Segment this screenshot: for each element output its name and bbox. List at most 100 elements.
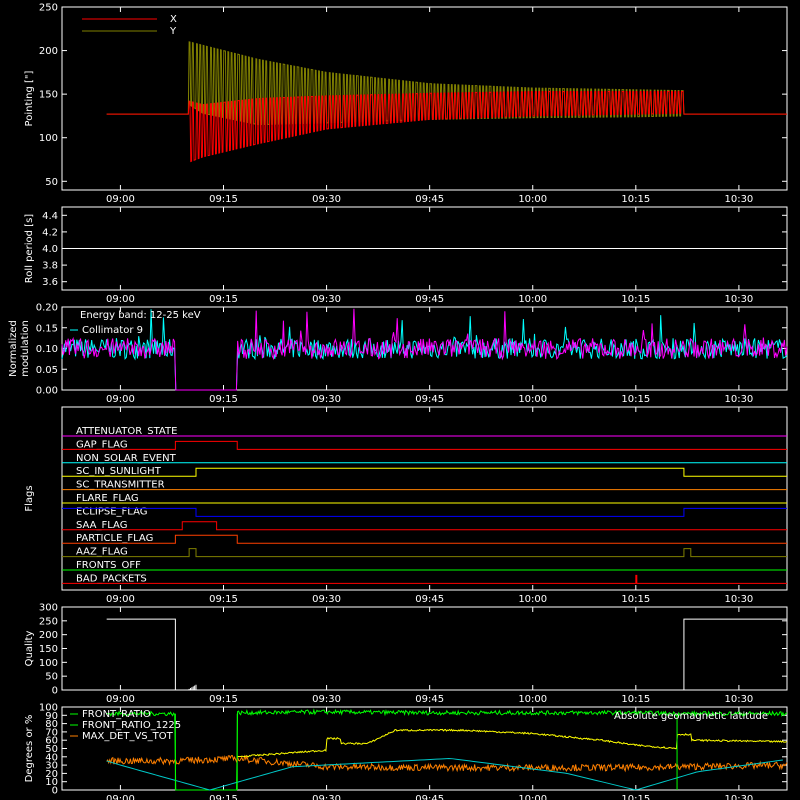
x-tick-label: 09:00 xyxy=(106,194,135,205)
x-tick-label: 10:30 xyxy=(724,194,753,205)
flag-line xyxy=(62,521,787,531)
y-axis-label: modulation xyxy=(20,320,31,377)
flag-line xyxy=(62,467,787,477)
y-tick-label: 3.8 xyxy=(42,261,58,272)
series-x-line xyxy=(106,91,787,163)
x-tick-label: 09:15 xyxy=(209,294,238,305)
y-tick-label: 250 xyxy=(39,3,58,14)
x-tick-label: 09:00 xyxy=(106,694,135,705)
panel-roll: 09:00 09:15 09:30 09:45 10:00 10:15 10:30 3.6 3.… xyxy=(24,206,788,305)
y-tick-label: 200 xyxy=(39,46,58,57)
y-tick-label: 150 xyxy=(39,644,58,655)
y-axis-label: Roll period [s] xyxy=(24,214,35,283)
x-tick-label: 10:30 xyxy=(724,294,753,305)
x-tick-label: 09:00 xyxy=(106,394,135,405)
legend-label: Y xyxy=(169,26,177,37)
flag-label: SAA_FLAG xyxy=(76,520,127,531)
y-tick-label: 4.2 xyxy=(42,227,58,238)
y-tick-label: 0.15 xyxy=(36,323,58,334)
y-axis-label: Degrees or % xyxy=(24,715,35,783)
legend-label: MAX_DET_VS_TOT xyxy=(82,731,174,742)
flag-label: GAP_FLAG xyxy=(76,439,128,450)
y-axis-label: Flags xyxy=(24,485,35,511)
x-tick-label: 10:30 xyxy=(724,794,753,800)
x-tick-label: 09:45 xyxy=(415,294,444,305)
x-tick-label: 10:15 xyxy=(621,294,650,305)
flag-label: NON_SOLAR_EVENT xyxy=(76,453,177,464)
x-tick-label: 09:00 xyxy=(106,594,135,605)
legend-label: FRONT_RATIO xyxy=(82,709,151,720)
flag-label: SC_TRANSMITTER xyxy=(76,480,165,491)
y-tick-label: 0.20 xyxy=(36,303,58,314)
y-tick-label: 50 xyxy=(45,672,58,683)
y-tick-label: 50 xyxy=(45,177,58,188)
y-axis-label: Pointing ["] xyxy=(24,70,35,126)
flag-line xyxy=(62,534,787,544)
panel-flags: 09:00 09:15 09:30 09:45 10:00 10:15 10:30 Flags… xyxy=(24,406,788,605)
flag-label: FRONTS_OFF xyxy=(76,560,141,571)
x-tick-label: 09:30 xyxy=(312,694,341,705)
geomag-latitude-label: Absolute geomagnetic latitude xyxy=(614,711,768,722)
x-tick-label: 10:15 xyxy=(621,694,650,705)
x-tick-label: 09:30 xyxy=(312,394,341,405)
y-tick-label: 4.0 xyxy=(42,244,58,255)
x-tick-label: 10:00 xyxy=(518,794,547,800)
panel-quality: 09:00 09:15 09:30 09:45 10:00 10:15 10:30 0 50 10… xyxy=(24,603,788,705)
flag-label: SC_IN_SUNLIGHT xyxy=(76,466,162,477)
y-tick-label: 3.6 xyxy=(42,277,58,288)
flag-line xyxy=(62,574,787,584)
y-tick-label: 100 xyxy=(39,658,58,669)
x-tick-label: 09:30 xyxy=(312,294,341,305)
x-tick-label: 10:15 xyxy=(621,194,650,205)
y-tick-label: 0 xyxy=(52,686,58,697)
y-tick-label: 250 xyxy=(39,616,58,627)
y-tick-label: 300 xyxy=(39,603,58,614)
flag-label: PARTICLE_FLAG xyxy=(76,533,153,544)
x-tick-label: 09:45 xyxy=(415,794,444,800)
x-tick-label: 10:00 xyxy=(518,394,547,405)
x-tick-label: 10:15 xyxy=(621,394,650,405)
y-tick-label: 4.4 xyxy=(42,211,58,222)
x-tick-label: 09:15 xyxy=(209,394,238,405)
x-tick-label: 10:30 xyxy=(724,394,753,405)
panel-degrees: 09:00 09:15 09:30 09:45 10:00 10:15 10:3001020… xyxy=(24,703,788,800)
degrees-series-line xyxy=(106,758,783,791)
flag-label: AAZ_FLAG xyxy=(76,547,128,558)
x-tick-label: 09:45 xyxy=(415,694,444,705)
x-tick-label: 09:45 xyxy=(415,194,444,205)
x-tick-label: 10:30 xyxy=(724,694,753,705)
x-tick-label: 10:15 xyxy=(621,594,650,605)
y-axis-label: Quality xyxy=(24,631,35,667)
degrees-series-line xyxy=(106,708,788,791)
y-tick-label: 150 xyxy=(39,90,58,101)
series-y-line xyxy=(106,41,787,126)
x-tick-label: 10:15 xyxy=(621,794,650,800)
legend-label: Collimator 9 xyxy=(82,325,143,336)
y-tick-label: 0.00 xyxy=(36,386,58,397)
x-tick-label: 09:00 xyxy=(106,294,135,305)
y-tick-label: 0.05 xyxy=(36,365,58,376)
x-tick-label: 09:15 xyxy=(209,694,238,705)
flag-line xyxy=(62,507,787,517)
flag-line xyxy=(62,548,787,558)
flag-label: BAD_PACKETS xyxy=(76,573,147,584)
panel-modulation: 09:00 09:15 09:30 09:45 10:00 10:15 10:30 0.00 0… xyxy=(8,303,788,405)
y-axis-label: Normalized xyxy=(8,320,19,377)
energy-band-annotation: Energy band: 12-25 keV xyxy=(80,310,201,321)
modulation-series-line xyxy=(61,308,788,391)
x-tick-label: 10:00 xyxy=(518,294,547,305)
chart-canvas: 09:00 09:15 09:30 09:45 10:00 10:15 10:30 50 100… xyxy=(8,3,788,800)
x-tick-label: 10:00 xyxy=(518,194,547,205)
legend-label: X xyxy=(170,14,177,25)
degrees-series-line xyxy=(237,728,787,758)
flag-label: ATTENUATOR_STATE xyxy=(76,426,177,437)
y-tick-label: 100 xyxy=(39,133,58,144)
x-tick-label: 09:45 xyxy=(415,394,444,405)
flag-label: FLARE_FLAG xyxy=(76,493,139,504)
y-tick-label: 0.10 xyxy=(36,344,58,355)
quality-line xyxy=(106,618,787,691)
x-tick-label: 09:15 xyxy=(209,794,238,800)
y-tick-label: 200 xyxy=(39,630,58,641)
x-tick-label: 09:15 xyxy=(209,194,238,205)
x-tick-label: 09:15 xyxy=(209,594,238,605)
